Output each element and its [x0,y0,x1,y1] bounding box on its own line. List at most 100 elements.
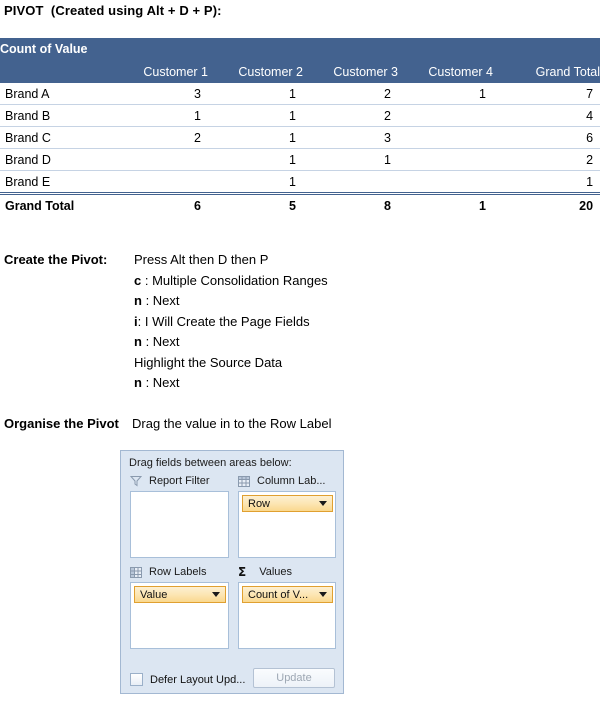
pivot-cell [398,126,493,149]
create-pivot-step: Highlight the Source Data [134,353,328,374]
pivottable-field-layout-panel: Drag fields between areas below: Report … [120,450,344,694]
pivot-grand-total-cell: 20 [493,192,600,217]
table-row: Brand A 3 1 2 1 7 [0,83,600,105]
create-pivot-step-text: Press Alt then D then P [134,252,269,267]
field-pill-label: Count of V... [248,588,309,601]
zone-label-row-labels: Row Labels [149,566,207,578]
organise-pivot-label: Organise the Pivot [4,416,119,431]
create-pivot-step: n : Next [134,332,328,353]
pivot-cell: 2 [303,104,398,127]
table-row: Brand E 1 1 [0,170,600,194]
pivot-cell: 1 [208,170,303,194]
field-pill-label: Value [140,588,168,601]
table-row: Brand C 2 1 3 6 [0,126,600,149]
field-pill-count-of-value[interactable]: Count of V... [242,586,333,603]
zone-header-values: Σ Values [238,566,292,578]
field-pill-row[interactable]: Row [242,495,333,512]
create-pivot-step: c : Multiple Consolidation Ranges [134,271,328,292]
pivot-cell: 1 [208,104,303,127]
pivot-column-header-row: Customer 1 Customer 2 Customer 3 Custome… [0,60,600,83]
zone-header-column-labels: Column Lab... [238,475,325,487]
zone-label-column-labels: Column Lab... [257,475,326,487]
pivot-col-header-customer-3: Customer 3 [303,60,398,83]
pivot-grand-total-cell: 8 [303,192,398,217]
pivot-row-label: Brand D [0,148,118,171]
pivot-cell: 1 [208,148,303,171]
pivot-corner-row: Count of Value [0,38,600,60]
pivot-cell: 7 [493,83,600,105]
create-pivot-step-key: n [134,375,142,390]
pivot-cell [398,170,493,194]
pivot-col-header-customer-2: Customer 2 [208,60,303,83]
pivot-cell: 1 [493,170,600,194]
column-grid-icon [238,475,250,487]
create-pivot-step-text: : Next [141,293,180,308]
pivot-row-label: Brand C [0,126,118,149]
zone-header-row-labels: Row Labels [130,566,206,578]
zone-header-report-filter: Report Filter [130,475,210,487]
panel-caption: Drag fields between areas below: [129,457,292,469]
chevron-down-icon[interactable] [319,592,327,597]
pivot-cell: 1 [398,83,493,105]
page-title: PIVOT (Created using Alt + D + P): [4,3,222,18]
pivot-corner-label: Count of Value [0,38,600,60]
pivot-cell: 6 [493,126,600,149]
pivot-grand-total-label: Grand Total [0,192,118,217]
drop-zone-report-filter[interactable] [130,491,229,558]
pivot-cell: 1 [208,83,303,105]
pivot-col-header-grand-total: Grand Total [493,60,600,83]
pivot-table: Count of Value Customer 1 Customer 2 Cus… [0,38,600,217]
create-pivot-step-text: : Multiple Consolidation Ranges [141,272,328,288]
pivot-row-label: Brand B [0,104,118,127]
create-pivot-step: n : Next [134,291,328,312]
update-button[interactable]: Update [253,668,335,688]
pivot-row-header-blank [0,60,118,83]
drop-zone-values[interactable]: Count of V... [238,582,336,649]
drop-zone-row-labels[interactable]: Value [130,582,229,649]
pivot-col-header-customer-4: Customer 4 [398,60,493,83]
pivot-cell: 1 [303,148,398,171]
create-pivot-step-text: : I Will Create the Page Fields [137,313,310,329]
create-pivot-step-key: n [134,334,142,349]
defer-layout-update-checkbox[interactable] [130,673,143,686]
create-pivot-step-key: n [134,293,142,308]
pivot-grand-total-cell: 1 [398,192,493,217]
chevron-down-icon[interactable] [319,501,327,506]
sigma-icon: Σ [238,565,247,579]
defer-layout-update-label: Defer Layout Upd... [150,673,246,686]
pivot-row-label: Brand E [0,170,118,194]
pivot-cell [118,148,208,171]
zone-label-values: Values [259,566,293,578]
table-row: Brand B 1 1 2 4 [0,104,600,127]
pivot-cell: 1 [118,104,208,127]
field-pill-label: Row [248,497,271,510]
pivot-cell: 3 [303,126,398,149]
create-pivot-step: Press Alt then D then P [134,250,328,271]
row-grid-icon [130,566,142,578]
pivot-cell [303,170,398,194]
pivot-cell [398,104,493,127]
chevron-down-icon[interactable] [212,592,220,597]
pivot-row-label: Brand A [0,83,118,105]
drop-zone-column-labels[interactable]: Row [238,491,336,558]
pivot-cell [118,170,208,194]
create-pivot-step-text: : Next [141,334,180,349]
pivot-grand-total-cell: 6 [118,192,208,217]
organise-pivot-text: Drag the value in to the Row Label [132,416,332,431]
create-pivot-label: Create the Pivot: [4,252,108,267]
filter-funnel-icon [130,475,142,487]
create-pivot-step: n : Next [134,373,328,394]
create-pivot-step-text: : Next [141,375,180,390]
pivot-cell: 3 [118,83,208,105]
pivot-cell: 2 [493,148,600,171]
defer-layout-update-row[interactable]: Defer Layout Upd... [130,673,245,686]
create-pivot-step: i: I Will Create the Page Fields [134,312,328,333]
pivot-table-container: Count of Value Customer 1 Customer 2 Cus… [0,38,600,217]
pivot-cell: 1 [208,126,303,149]
create-pivot-step-text: Highlight the Source Data [134,354,283,370]
pivot-cell: 2 [303,83,398,105]
pivot-cell: 4 [493,104,600,127]
pivot-grand-total-cell: 5 [208,192,303,217]
field-pill-value[interactable]: Value [134,586,226,603]
pivot-col-header-customer-1: Customer 1 [118,60,208,83]
